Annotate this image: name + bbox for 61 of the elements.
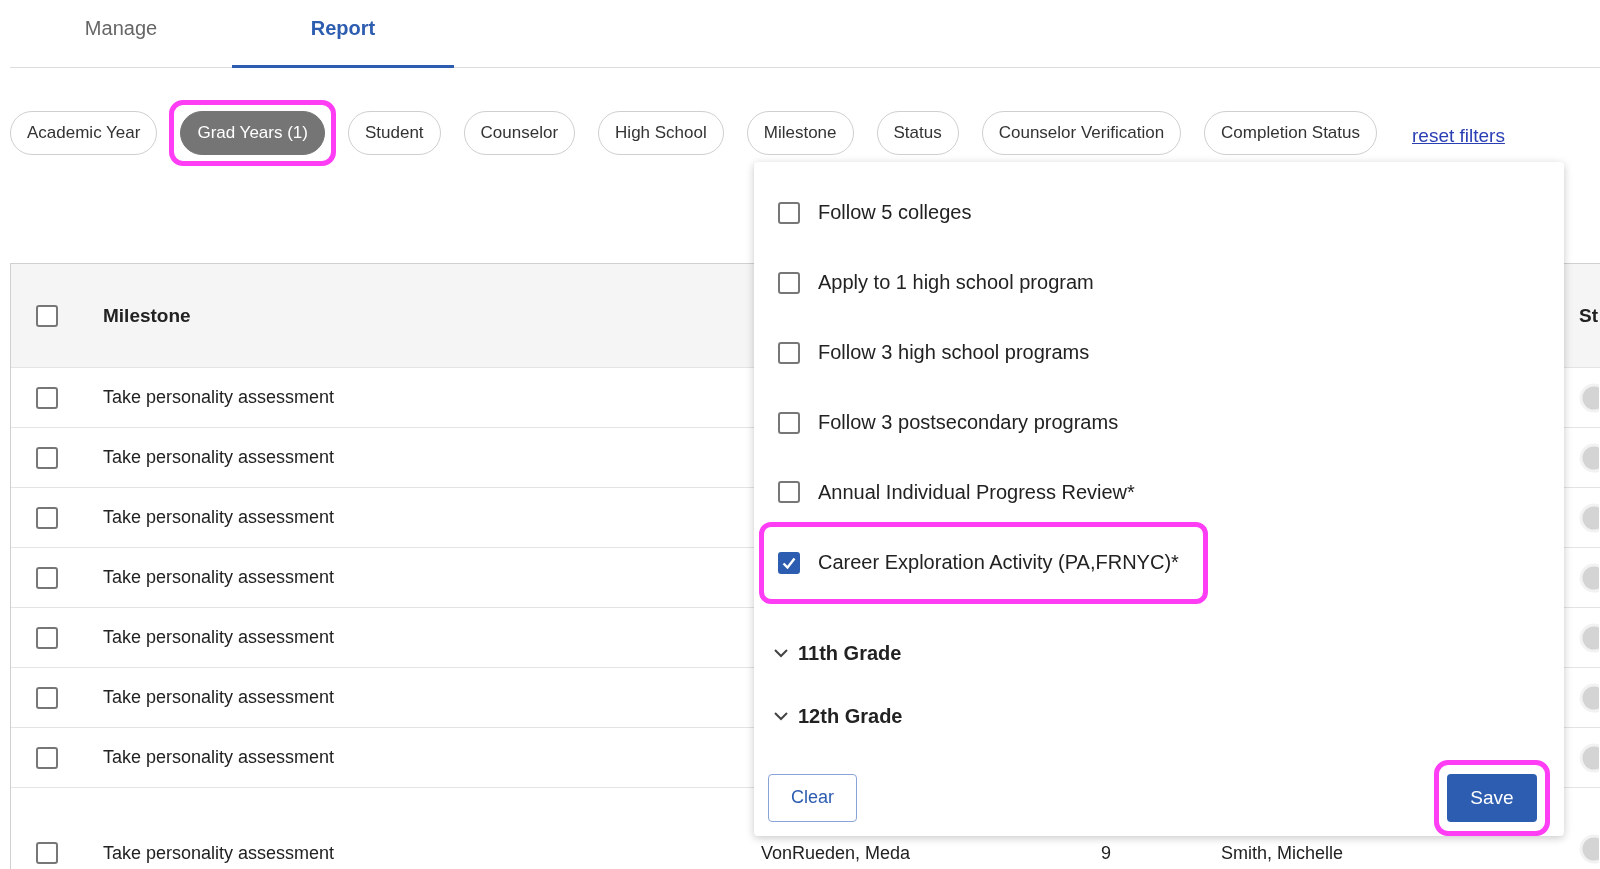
table-cell-text: Take personality assessment <box>102 447 336 468</box>
checkbox[interactable] <box>36 386 58 409</box>
option-label[interactable]: Follow 3 high school programs <box>818 341 1090 365</box>
filter-chip[interactable]: Academic Year <box>10 110 158 155</box>
checkbox[interactable] <box>36 566 58 589</box>
table-cell-text: Take personality assessment <box>102 507 336 528</box>
option-label[interactable]: Follow 3 postsecondary programs <box>818 411 1119 435</box>
group-label[interactable]: 12th Grade <box>798 704 903 728</box>
radio-icon[interactable] <box>1579 442 1599 473</box>
radio-icon[interactable] <box>1579 382 1599 413</box>
table-cell-text: VonRueden, Meda <box>761 843 912 864</box>
option-label[interactable]: Annual Individual Progress Review* <box>818 480 1135 504</box>
table-cell-text: Take personality assessment <box>102 843 336 864</box>
checkmark-icon <box>782 556 796 569</box>
checkbox[interactable] <box>778 201 800 224</box>
table-cell-text: Take personality assessment <box>102 687 336 708</box>
radio-icon[interactable] <box>1579 622 1599 653</box>
table-cell-text: 9 <box>1101 843 1112 864</box>
table-cell-text: Take personality assessment <box>102 747 336 768</box>
filter-chip[interactable]: Milestone <box>746 110 854 155</box>
checkbox[interactable] <box>778 481 800 504</box>
reset-filters-link[interactable]: reset filters <box>1412 124 1505 147</box>
checkbox[interactable] <box>36 446 58 469</box>
group-label[interactable]: 11th Grade <box>798 642 902 665</box>
checkbox[interactable] <box>36 304 58 327</box>
option-label[interactable]: Follow 5 colleges <box>818 201 972 225</box>
clear-button[interactable]: Clear <box>768 773 857 822</box>
save-button[interactable]: Save <box>1447 773 1537 822</box>
table-cell-text: Smith, Michelle <box>1221 843 1345 864</box>
checkbox[interactable] <box>778 341 800 364</box>
radio-icon[interactable] <box>1579 682 1599 713</box>
checkbox[interactable] <box>36 686 58 709</box>
checkbox[interactable] <box>36 746 58 769</box>
table-cell-text: Take personality assessment <box>102 387 336 408</box>
table-cell-text: Take personality assessment <box>102 567 336 588</box>
tab[interactable]: Manage <box>10 0 232 68</box>
filter-chip[interactable]: Counselor Verification <box>981 110 1182 155</box>
chevron-icon[interactable] <box>772 710 790 723</box>
column-header: Milestone <box>102 304 192 327</box>
checkbox[interactable] <box>778 551 800 574</box>
checkbox[interactable] <box>778 271 800 294</box>
option-label[interactable]: Career Exploration Activity (PA,FRNYC)* <box>818 551 1179 575</box>
radio-icon[interactable] <box>1579 502 1599 533</box>
option-label[interactable]: Apply to 1 high school program <box>818 271 1094 295</box>
filter-chip[interactable]: Counselor <box>463 110 576 155</box>
radio-icon[interactable] <box>1579 562 1599 593</box>
checkbox[interactable] <box>778 411 800 434</box>
tab[interactable]: Report <box>232 0 454 68</box>
checkbox[interactable] <box>36 626 58 649</box>
filter-chip[interactable]: Grad Years (1) <box>180 110 325 155</box>
checkbox[interactable] <box>36 506 58 529</box>
table-cell-text: Take personality assessment <box>102 627 336 648</box>
filter-chip[interactable]: Student <box>347 110 441 155</box>
filter-chip[interactable]: Status <box>876 110 959 155</box>
chevron-icon[interactable] <box>772 647 790 660</box>
filter-chip[interactable]: High School <box>598 110 724 155</box>
checkbox[interactable] <box>36 842 58 864</box>
column-header: St <box>1579 304 1599 327</box>
radio-icon[interactable] <box>1579 834 1599 864</box>
filter-chip[interactable]: Completion Status <box>1204 110 1377 155</box>
radio-icon[interactable] <box>1579 742 1599 773</box>
